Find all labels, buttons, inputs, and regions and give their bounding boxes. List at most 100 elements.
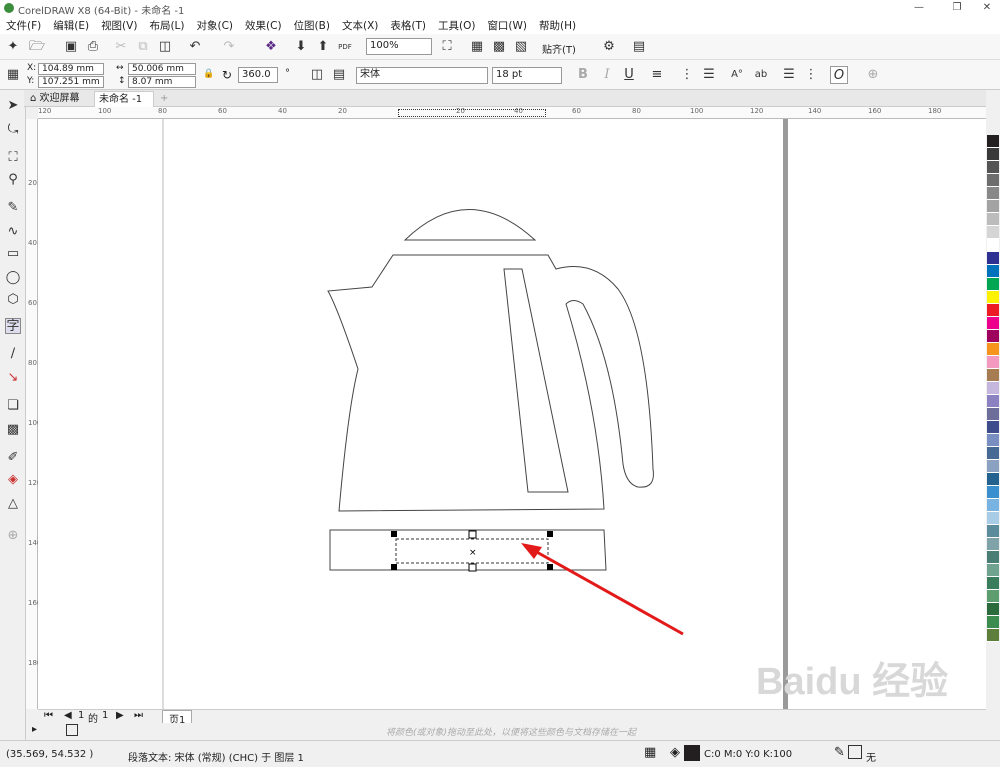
new-document-icon[interactable]: ✦ <box>4 38 22 56</box>
minimize-button[interactable]: — <box>908 0 930 16</box>
palette-swatch[interactable] <box>987 382 999 395</box>
shape-tool-icon[interactable]: ⤿ <box>5 122 21 138</box>
palette-swatch[interactable] <box>987 369 999 382</box>
drawing-canvas[interactable]: × Baidu 经验 <box>38 119 986 709</box>
menu-file[interactable]: 文件(F) <box>6 18 41 33</box>
text-tool-icon[interactable]: 字 <box>5 318 21 334</box>
first-page-icon[interactable]: ⏮ <box>44 710 53 721</box>
artistic-media-icon[interactable]: ∿ <box>5 224 21 240</box>
horizontal-ruler[interactable]: 120 100 80 60 40 20 20 40 60 80 100 120 … <box>38 107 986 119</box>
text-alignment-icon[interactable]: ≡ <box>648 66 666 84</box>
color-proof-icon[interactable]: ▦ <box>644 745 656 760</box>
palette-swatch[interactable] <box>987 356 999 369</box>
interactive-fill-icon[interactable]: ◈ <box>5 472 21 488</box>
menu-window[interactable]: 窗口(W) <box>487 18 527 33</box>
palette-swatch[interactable] <box>987 408 999 421</box>
opentype-icon[interactable]: O <box>830 66 848 84</box>
menu-bitmaps[interactable]: 位图(B) <box>294 18 330 33</box>
palette-swatch[interactable] <box>987 499 999 512</box>
zoom-tool-icon[interactable]: ⚲ <box>5 172 21 188</box>
crop-tool-icon[interactable]: ⛶ <box>5 150 21 166</box>
menu-text[interactable]: 文本(X) <box>342 18 378 33</box>
tab-welcome[interactable]: ⌂ 欢迎屏幕 <box>26 91 94 107</box>
object-origin-icon[interactable]: ▦ <box>4 66 22 84</box>
palette-swatch[interactable] <box>987 590 999 603</box>
prev-page-icon[interactable]: ◀ <box>64 710 72 721</box>
menu-layout[interactable]: 布局(L) <box>149 18 184 33</box>
rectangle-tool-icon[interactable]: ▭ <box>5 246 21 262</box>
tab-document[interactable]: 未命名 -1 <box>94 91 154 107</box>
menu-effects[interactable]: 效果(C) <box>245 18 282 33</box>
palette-swatch[interactable] <box>987 577 999 590</box>
zoom-level-select[interactable]: 100% <box>366 38 432 55</box>
menu-tools[interactable]: 工具(O) <box>438 18 475 33</box>
edit-text-icon[interactable]: ☰ <box>780 66 798 84</box>
cut-icon[interactable]: ✂ <box>112 38 130 56</box>
palette-swatch[interactable] <box>987 512 999 525</box>
font-family-select[interactable]: 宋体 <box>356 67 488 84</box>
palette-swatch[interactable] <box>987 291 999 304</box>
guidelines-toggle-icon[interactable]: ▧ <box>512 38 530 56</box>
palette-swatch[interactable] <box>987 525 999 538</box>
text-indent-marker[interactable] <box>398 109 546 117</box>
rotation-angle-field[interactable]: 360.0 <box>238 67 278 83</box>
palette-swatch[interactable] <box>987 330 999 343</box>
palette-arrow-icon[interactable]: ▸ <box>32 724 37 735</box>
vertical-text-icon[interactable]: ⋮ <box>802 66 820 84</box>
palette-swatch[interactable] <box>987 564 999 577</box>
palette-swatch[interactable] <box>987 460 999 473</box>
next-page-icon[interactable]: ▶ <box>116 710 124 721</box>
width-field[interactable]: 50.006 mm <box>128 63 196 75</box>
import-icon[interactable]: ⬇ <box>292 38 310 56</box>
drop-shadow-icon[interactable]: ❏ <box>5 398 21 414</box>
no-color-swatch[interactable] <box>66 724 78 736</box>
close-button[interactable]: ✕ <box>976 0 998 16</box>
polygon-tool-icon[interactable]: ⬡ <box>5 292 21 308</box>
paste-icon[interactable]: ◫ <box>156 38 174 56</box>
palette-swatch[interactable] <box>987 486 999 499</box>
palette-swatch[interactable] <box>987 538 999 551</box>
palette-swatch[interactable] <box>987 265 999 278</box>
palette-swatch[interactable] <box>987 343 999 356</box>
palette-swatch[interactable] <box>987 551 999 564</box>
freehand-tool-icon[interactable]: ✎ <box>5 200 21 216</box>
palette-swatch[interactable] <box>987 616 999 629</box>
italic-icon[interactable]: I <box>598 66 616 84</box>
palette-swatch[interactable] <box>987 447 999 460</box>
palette-swatch[interactable] <box>987 434 999 447</box>
menu-edit[interactable]: 编辑(E) <box>53 18 89 33</box>
palette-swatch[interactable] <box>987 239 999 252</box>
snap-to-dropdown[interactable]: 贴齐(T) <box>542 41 576 56</box>
add-tool-icon[interactable]: ⊕ <box>5 528 21 544</box>
palette-swatch[interactable] <box>987 226 999 239</box>
print-icon[interactable]: ⎙ <box>84 38 102 56</box>
palette-swatch[interactable] <box>987 473 999 486</box>
palette-swatch[interactable] <box>987 148 999 161</box>
outline-none-swatch[interactable] <box>848 745 862 759</box>
vertical-ruler[interactable]: 20 40 60 80 100 120 140 160 180 <box>26 119 41 709</box>
palette-swatch[interactable] <box>987 135 999 148</box>
lock-ratio-icon[interactable]: 🔒 <box>203 69 214 79</box>
palette-swatch[interactable] <box>987 278 999 291</box>
copy-icon[interactable]: ⧉ <box>134 38 152 56</box>
application-launcher-icon[interactable]: ▤ <box>630 38 648 56</box>
grid-toggle-icon[interactable]: ▩ <box>490 38 508 56</box>
palette-swatch[interactable] <box>987 603 999 616</box>
pick-tool-icon[interactable]: ➤ <box>5 98 21 114</box>
parallel-dimension-icon[interactable]: ∕ <box>5 346 21 362</box>
add-tab-icon[interactable]: + <box>156 91 170 107</box>
redo-icon[interactable]: ↷ <box>220 38 238 56</box>
palette-swatch[interactable] <box>987 252 999 265</box>
fill-color-swatch[interactable] <box>684 745 700 761</box>
palette-swatch[interactable] <box>987 200 999 213</box>
save-icon[interactable]: ▣ <box>62 38 80 56</box>
y-position-field[interactable]: 107.251 mm <box>38 76 104 88</box>
connector-tool-icon[interactable]: ↘ <box>5 370 21 386</box>
palette-swatch[interactable] <box>987 161 999 174</box>
undo-icon[interactable]: ↶ <box>186 38 204 56</box>
zoom-page-icon[interactable]: ⛶ <box>438 38 456 56</box>
palette-swatch[interactable] <box>987 317 999 330</box>
rulers-toggle-icon[interactable]: ▦ <box>468 38 486 56</box>
restore-button[interactable]: ❐ <box>946 0 968 16</box>
palette-swatch[interactable] <box>987 213 999 226</box>
